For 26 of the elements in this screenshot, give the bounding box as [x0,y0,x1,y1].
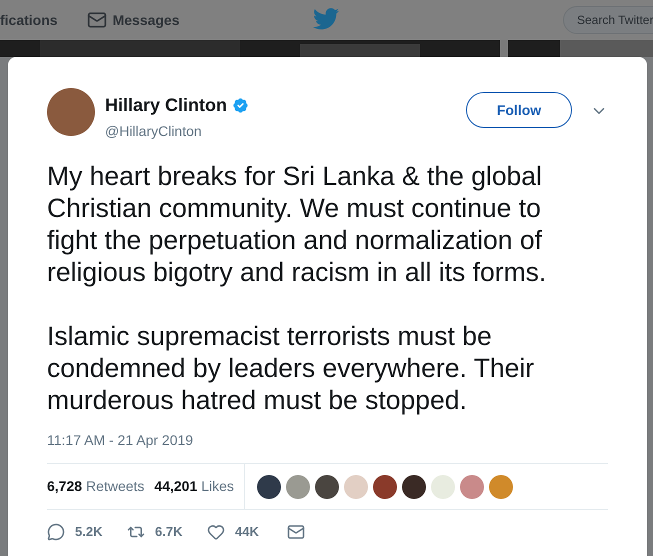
speech-bubble-icon[interactable] [47,522,65,541]
nav-link[interactable]: fications [0,10,58,30]
account-name[interactable]: Hillary Clinton [105,92,228,119]
tweet-text: Islamic supremacist terrorists must be condemned by leaders everywhere. Their murderous hatred must be stopped. [47,320,536,416]
action-count[interactable]: 44K [235,522,259,542]
action-count[interactable]: 6.7K [155,522,182,542]
search-field[interactable]: Search Twitter [563,6,653,34]
liker-avatar[interactable] [372,474,397,498]
avatar [47,88,95,136]
liker-avatar[interactable] [314,474,339,498]
envelope-icon[interactable] [287,522,305,541]
envelope-icon[interactable] [86,10,107,30]
tweet-text: My heart breaks for Sri Lanka & the global Christian community. We must continue to fight the perpetuation and normalization of religious bigotry and racism in all its forms. [47,160,548,288]
liker-avatar[interactable] [402,474,426,498]
follow-button[interactable]: Follow [466,92,572,128]
action-count[interactable]: 5.2K [75,522,102,542]
bird-logo-icon [313,8,339,30]
account-handle[interactable]: @HillaryClinton [105,121,250,142]
heart-icon[interactable] [207,522,225,541]
stat-count[interactable]: 44,201 [154,476,198,497]
nav-link[interactable]: Messages [112,10,180,30]
liker-avatar[interactable] [256,474,281,498]
stat-label[interactable]: Likes [201,476,234,497]
tweet-timestamp[interactable]: 11:17 AM - 21 Apr 2019 [47,430,608,451]
stat-label[interactable]: Retweets [86,476,144,497]
stat-count[interactable]: 6,728 [47,476,82,497]
